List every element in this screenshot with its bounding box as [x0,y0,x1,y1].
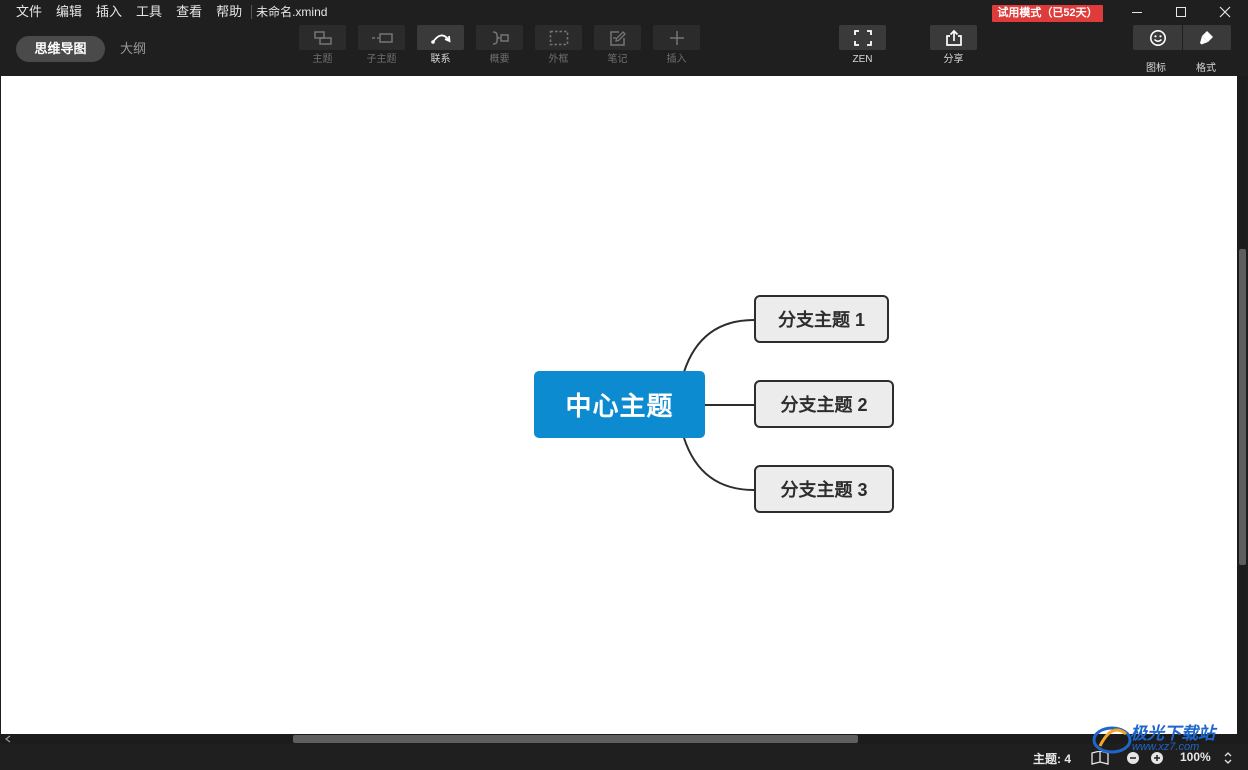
tab-mindmap[interactable]: 思维导图 [16,36,105,62]
connector-1 [683,319,755,373]
topic-button[interactable]: 主题 [299,25,346,66]
maximize-button[interactable] [1159,0,1203,24]
central-topic[interactable]: 中心主题 [534,371,705,438]
subtopic-button[interactable]: 子主题 [358,25,405,66]
horizontal-scrollbar-thumb[interactable] [293,735,858,743]
scroll-left-icon[interactable] [3,734,13,744]
share-button[interactable]: 分享 [930,25,977,66]
icon-panel-label: 图标 [1146,63,1166,74]
boundary-icon [549,30,568,45]
trial-mode-badge[interactable]: 试用模式（已52天） [992,5,1103,22]
vertical-scrollbar-thumb[interactable] [1239,249,1246,565]
relationship-label: 联系 [430,54,451,65]
summary-label: 概要 [489,54,510,65]
boundary-label: 外框 [548,54,569,65]
note-button[interactable]: 笔记 [594,25,641,66]
minimize-icon [1132,12,1142,13]
emoji-icon [1149,29,1166,46]
format-panel-button[interactable] [1182,25,1231,50]
tab-outline[interactable]: 大纲 [120,36,146,62]
format-panel-label: 格式 [1196,63,1216,74]
minimize-button[interactable] [1115,0,1159,24]
brush-icon [1199,30,1213,44]
summary-button[interactable]: 概要 [476,25,523,66]
plus-icon [669,30,684,45]
menu-file[interactable]: 文件 [0,0,49,24]
menu-view[interactable]: 查看 [169,0,209,24]
maximize-icon [1176,7,1186,17]
insert-label: 插入 [666,54,687,65]
menu-help[interactable]: 帮助 [209,0,249,24]
fullscreen-icon [853,29,872,46]
insert-button[interactable]: 插入 [653,25,700,66]
watermark-url: www.xz7.com [1132,741,1200,753]
status-bar: 主题: 4 100% [0,744,1248,770]
mindmap-canvas[interactable]: 中心主题 分支主题 1 分支主题 2 分支主题 3 [1,76,1237,734]
icon-panel-button[interactable] [1133,25,1182,50]
connector-3 [683,437,755,491]
topic-icon [313,30,332,45]
summary-icon [492,30,509,45]
share-label: 分享 [943,54,964,65]
relationship-icon [430,34,451,44]
zen-button[interactable]: ZEN [839,25,886,66]
boundary-button[interactable]: 外框 [535,25,582,66]
menu-insert[interactable]: 插入 [89,0,129,24]
topic-label: 主题 [312,54,333,65]
close-button[interactable] [1203,0,1247,24]
zen-label: ZEN [852,54,873,65]
menu-edit[interactable]: 编辑 [49,0,89,24]
share-icon [945,29,962,46]
subtopic-label: 子主题 [366,54,397,65]
menu-tools[interactable]: 工具 [129,0,169,24]
toolbar: 思维导图 大纲 主题 子主题 联系 概要 外框 笔记 插入 ZEN 分享 图标 … [0,24,1248,76]
note-label: 笔记 [607,54,628,65]
relationship-button[interactable]: 联系 [417,25,464,66]
menu-divider [251,5,253,19]
branch-topic-2[interactable]: 分支主题 2 [754,380,894,428]
branch-topic-1[interactable]: 分支主题 1 [754,295,889,343]
branch-topic-3[interactable]: 分支主题 3 [754,465,894,513]
subtopic-icon [371,32,393,43]
note-icon [609,30,626,46]
topic-count: 主题: 4 [1033,752,1072,766]
close-icon [1219,6,1231,18]
document-filename: 未命名.xmind [256,5,328,19]
